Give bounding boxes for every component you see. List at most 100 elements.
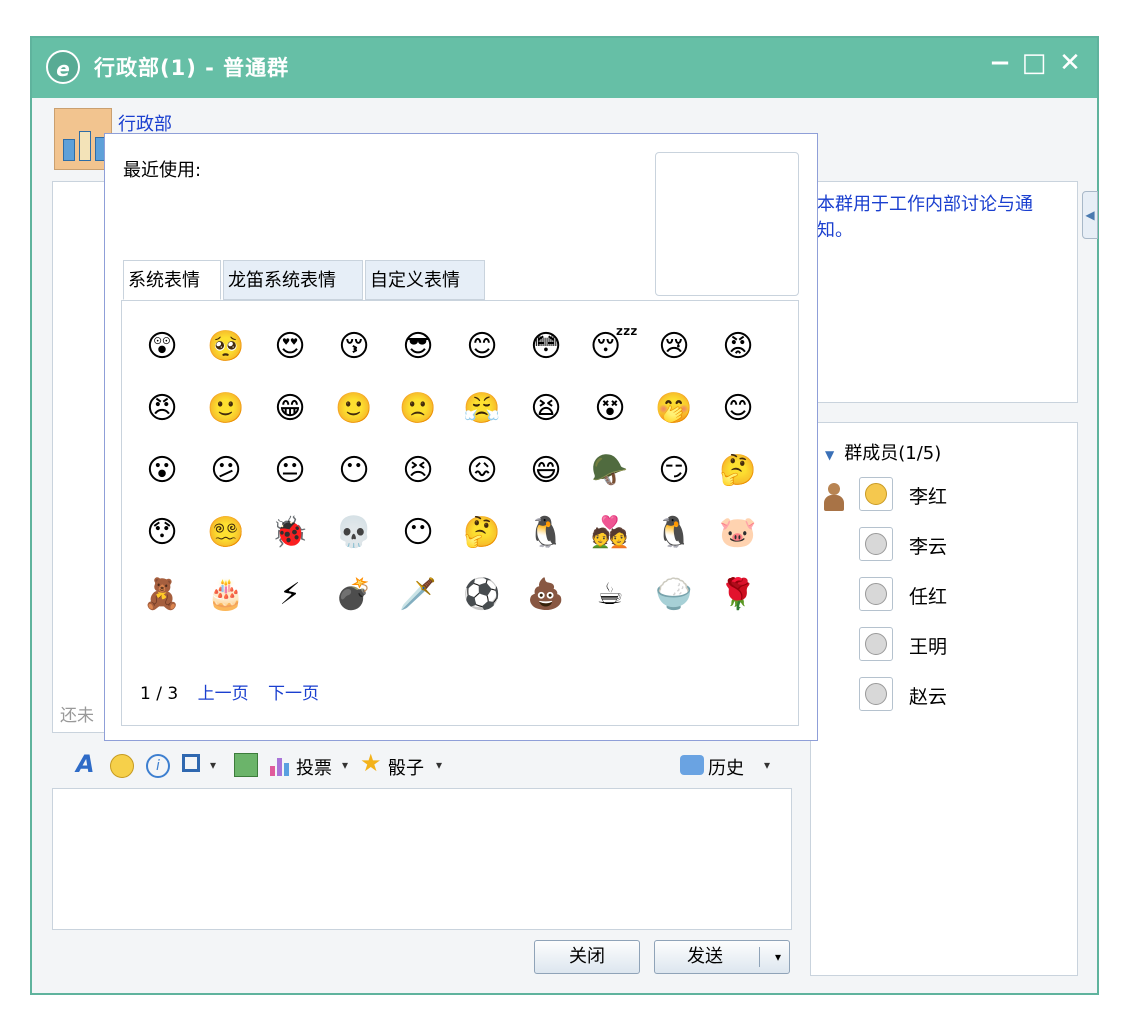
emoji-item[interactable]: 🐷 [718, 513, 758, 553]
emoji-icon[interactable] [110, 754, 134, 778]
emoji-item[interactable]: 😮 [142, 451, 182, 491]
emoji-item[interactable]: 🍚 [654, 575, 694, 615]
emoji-item[interactable]: 😊 [462, 327, 502, 367]
dice-button[interactable]: 骰子 [388, 754, 424, 780]
emoji-item[interactable]: 😏 [654, 451, 694, 491]
emoji-item[interactable]: 💣 [334, 575, 374, 615]
emoji-item[interactable]: 😠 [142, 389, 182, 429]
emoji-item[interactable]: 😊 [718, 389, 758, 429]
emoji-item[interactable]: 💑 [590, 513, 630, 553]
collapse-side-icon[interactable]: ◀ [1082, 191, 1098, 239]
emoji-item[interactable]: 😖 [462, 451, 502, 491]
send-button[interactable]: 发送 ▾ [654, 940, 790, 974]
emoji-item[interactable]: 🙂 [334, 389, 374, 429]
emoji-item[interactable]: 🪖 [590, 451, 630, 491]
info-icon[interactable]: i [146, 754, 170, 778]
emoji-item[interactable]: 😵 [590, 389, 630, 429]
minimize-icon[interactable]: − [984, 48, 1016, 78]
emoji-item[interactable]: 🎂 [206, 575, 246, 615]
emoji-item[interactable]: 😕 [206, 451, 246, 491]
emoji-item[interactable]: 🐧 [526, 513, 566, 553]
vote-dropdown-icon[interactable]: ▾ [342, 758, 348, 772]
font-icon[interactable]: A [76, 750, 95, 778]
recent-used-label: 最近使用: [123, 160, 202, 181]
member-item[interactable]: 李云 [859, 527, 1059, 565]
emoji-item[interactable]: 🐞 [270, 513, 310, 553]
member-avatar [859, 577, 893, 611]
member-avatar [859, 627, 893, 661]
emoji-item[interactable]: 😶 [334, 451, 374, 491]
members-count-label: 群成员(1/5) [844, 443, 942, 464]
member-name: 李云 [909, 536, 948, 558]
member-avatar [859, 677, 893, 711]
emoji-item[interactable]: 🥺 [206, 327, 246, 367]
emoji-item[interactable]: 😁 [270, 389, 310, 429]
message-input[interactable] [52, 788, 792, 930]
emoji-item[interactable]: 🐧 [654, 513, 694, 553]
emoji-picker-popup: 最近使用: 系统表情 龙笛系统表情 自定义表情 😲 🥺 😍 😚 😎 😊 😳 😴 😢 😡 😠 🙂 😁 🙂 🙁 😤… [104, 133, 818, 741]
maximize-icon[interactable]: □ [1018, 48, 1050, 78]
owner-person-icon [823, 483, 845, 513]
emoji-item[interactable]: 😵‍💫 [206, 513, 246, 553]
emoji-item[interactable]: 😄 [526, 451, 566, 491]
emoji-item[interactable]: 😍 [270, 327, 310, 367]
tab-system-emoji[interactable]: 系统表情 [123, 260, 221, 300]
emoji-item[interactable]: ⚽ [462, 575, 502, 615]
close-icon[interactable]: ✕ [1054, 48, 1086, 78]
emoji-item[interactable]: 🤔 [462, 513, 502, 553]
member-item[interactable]: 任红 [859, 577, 1059, 615]
emoji-item[interactable]: 🌹 [718, 575, 758, 615]
emoji-item[interactable]: 🤔 [718, 451, 758, 491]
emoji-item[interactable]: 😡 [718, 327, 758, 367]
tab-longdi-emoji[interactable]: 龙笛系统表情 [223, 260, 363, 300]
vote-button[interactable]: 投票 [296, 754, 332, 780]
members-title[interactable]: ▼ 群成员(1/5) [825, 439, 941, 465]
chat-hint-text: 还未 [60, 706, 94, 726]
member-face-icon [865, 533, 887, 555]
emoji-item[interactable]: 😢 [654, 327, 694, 367]
emoji-item[interactable]: 😴 [590, 327, 638, 367]
close-button[interactable]: 关闭 [534, 940, 640, 974]
emoji-item[interactable]: 😎 [398, 327, 438, 367]
emoji-item[interactable]: 🙂 [206, 389, 246, 429]
emoji-item[interactable]: 😯 [142, 513, 182, 553]
member-item[interactable]: 王明 [859, 627, 1059, 665]
emoji-item[interactable]: ⚡ [270, 575, 310, 615]
emoji-item[interactable]: 😤 [462, 389, 502, 429]
emoji-item[interactable]: 😲 [142, 327, 182, 367]
dice-dropdown-icon[interactable]: ▾ [436, 758, 442, 772]
member-item[interactable]: 赵云 [859, 677, 1059, 715]
send-dropdown-icon[interactable]: ▾ [775, 941, 781, 973]
history-icon[interactable] [680, 755, 704, 775]
emoji-item[interactable]: 😐 [270, 451, 310, 491]
prev-page-link[interactable]: 上一页 [198, 684, 249, 704]
app-logo-icon: e [46, 50, 80, 84]
send-button-label: 发送 [687, 946, 723, 967]
emoji-pager: 1 / 3 上一页 下一页 [140, 679, 319, 704]
tab-custom-emoji[interactable]: 自定义表情 [365, 260, 485, 300]
emoji-item[interactable]: 🙁 [398, 389, 438, 429]
image-icon[interactable] [234, 753, 258, 777]
emoji-item[interactable]: 💀 [334, 513, 374, 553]
emoji-item[interactable]: 😶 [398, 513, 438, 553]
emoji-item[interactable]: 🤭 [654, 389, 694, 429]
emoji-preview-box [655, 152, 799, 296]
next-page-link[interactable]: 下一页 [268, 684, 319, 704]
input-toolbar: A i ▾ 投票 ▾ ★ 骰子 ▾ 历史 ▾ [52, 744, 792, 788]
history-button[interactable]: 历史 [708, 754, 744, 780]
member-item[interactable]: 李红 [859, 477, 1059, 515]
emoji-item[interactable]: 💩 [526, 575, 566, 615]
history-dropdown-icon[interactable]: ▾ [764, 758, 770, 772]
vote-icon[interactable] [270, 756, 294, 776]
screenshot-icon[interactable] [182, 754, 200, 772]
emoji-item[interactable]: 😚 [334, 327, 374, 367]
emoji-item[interactable]: 😳 [526, 327, 566, 367]
star-icon[interactable]: ★ [360, 749, 382, 777]
screenshot-dropdown-icon[interactable]: ▾ [210, 758, 216, 772]
emoji-item[interactable]: ☕ [590, 575, 630, 615]
emoji-item[interactable]: 😣 [398, 451, 438, 491]
title-bar[interactable]: e 行政部(1) - 普通群 − □ ✕ [32, 38, 1097, 98]
emoji-item[interactable]: 🧸 [142, 575, 182, 615]
emoji-item[interactable]: 🗡️ [398, 575, 438, 615]
emoji-item[interactable]: 😫 [526, 389, 566, 429]
